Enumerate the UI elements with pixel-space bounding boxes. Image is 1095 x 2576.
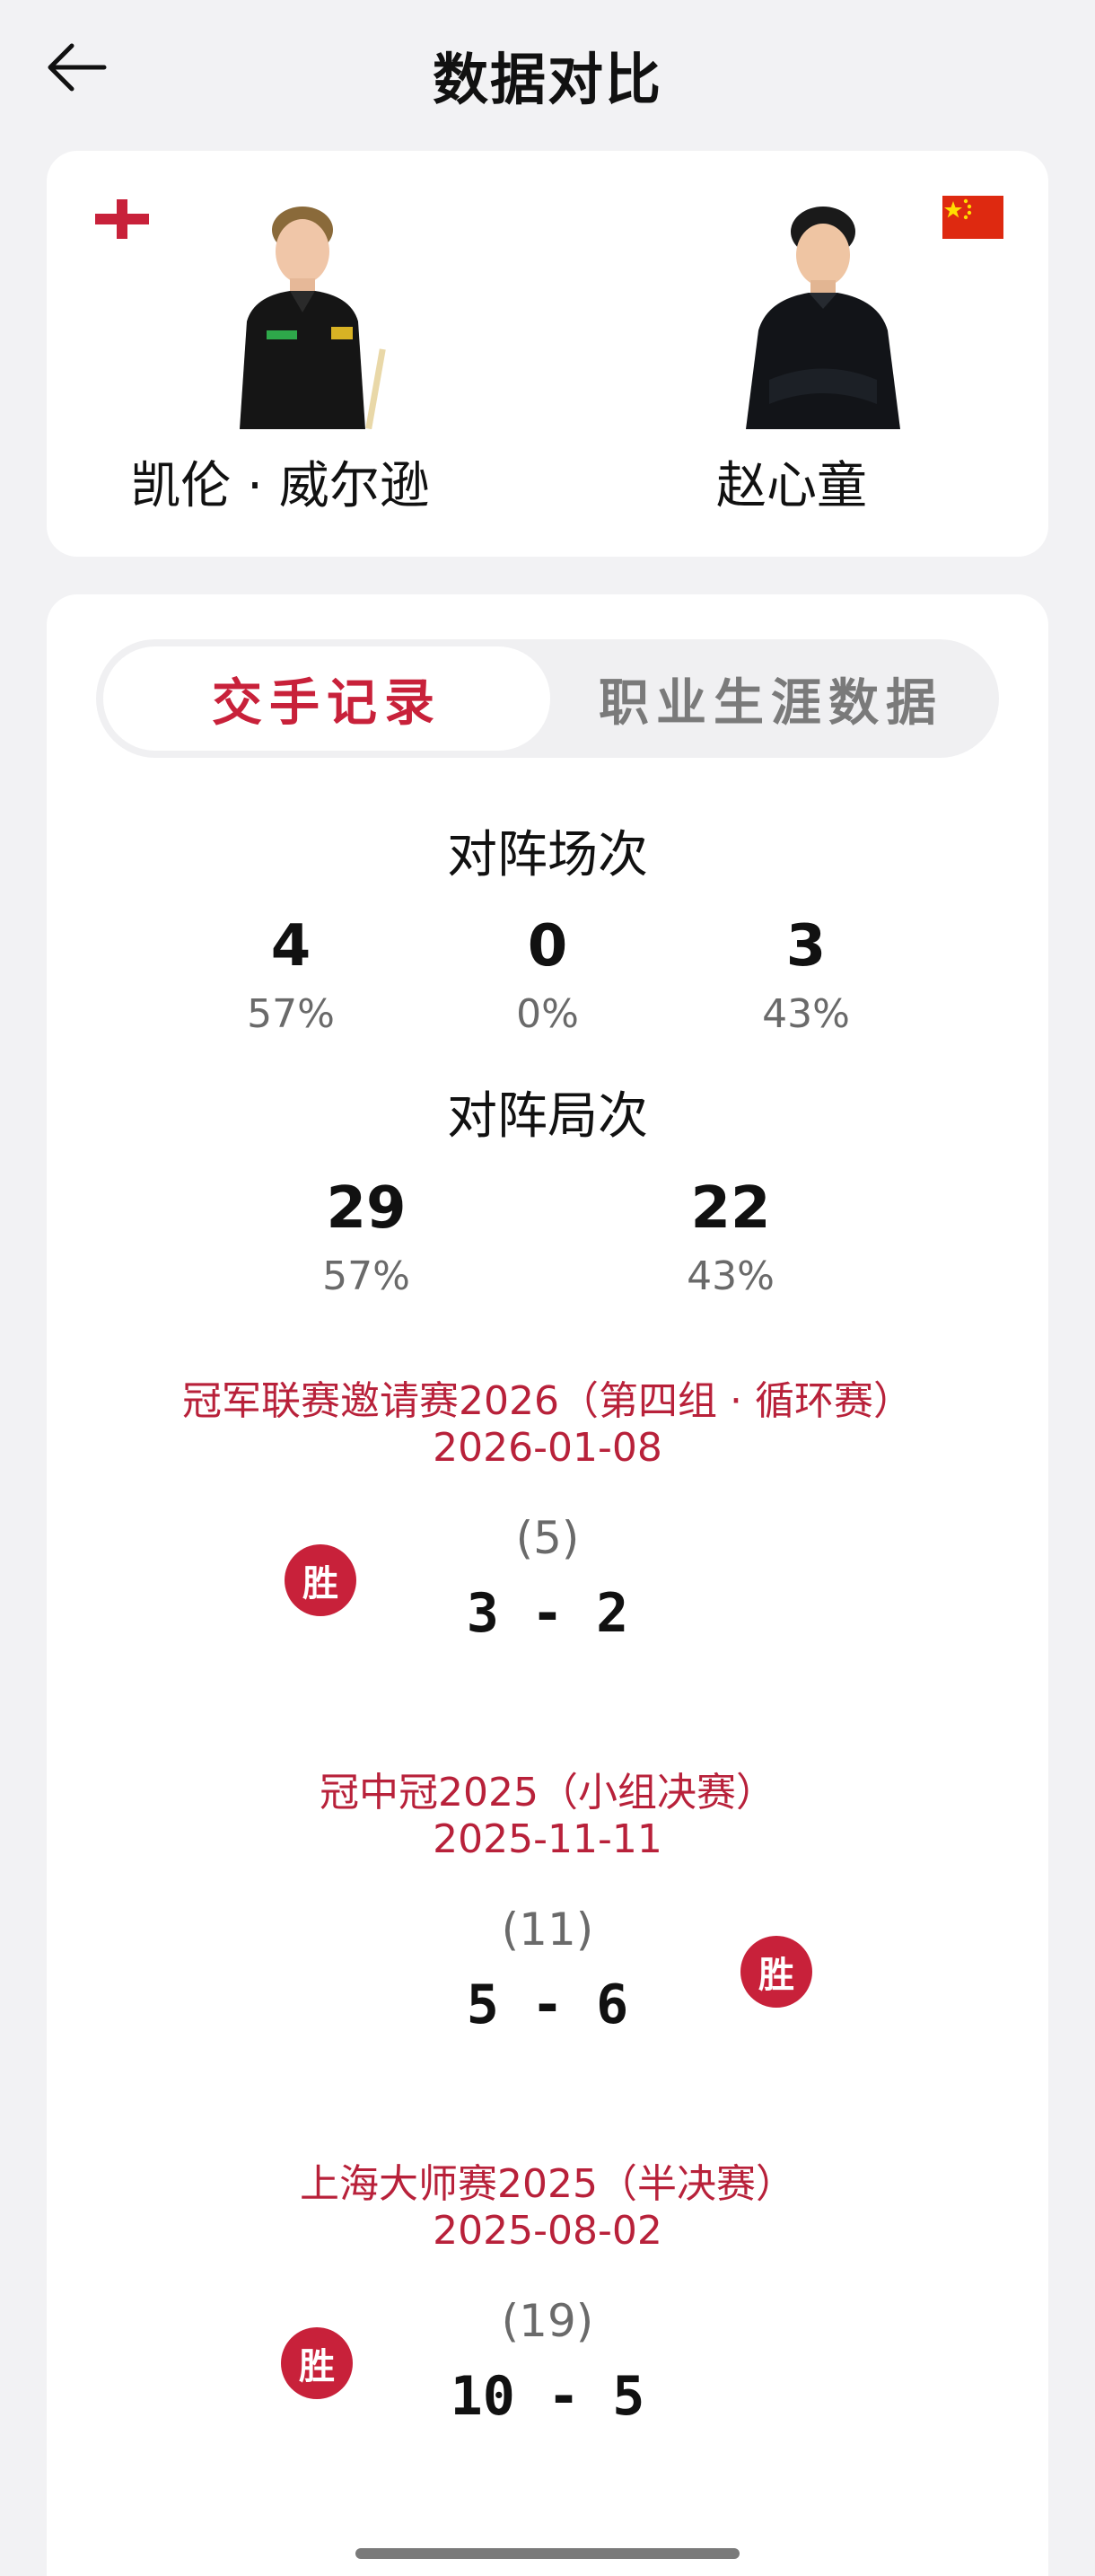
- tab-bar: 交手记录 职业生涯数据: [96, 639, 999, 758]
- match-date: 2026-01-08: [433, 1425, 662, 1471]
- match-score: 3 - 2: [466, 1582, 629, 1645]
- player-left-name: 凯伦 · 威尔逊: [130, 457, 430, 515]
- frames-right-count: 22: [690, 1175, 771, 1242]
- frames-section-title: 对阵局次: [447, 1087, 648, 1146]
- frames-left-stat: 29 57%: [232, 1180, 501, 1299]
- win-badge-left: 胜: [281, 2327, 353, 2399]
- player-left[interactable]: 凯伦 · 威尔逊: [110, 196, 486, 546]
- page-title: 数据对比: [432, 47, 662, 112]
- match-score: 5 - 6: [466, 1974, 629, 2036]
- matches-draw-pct: 0%: [516, 991, 579, 1037]
- match-frames: (5): [515, 1512, 580, 1564]
- player-right-name: 赵心童: [716, 457, 867, 515]
- matches-right-count: 3: [785, 913, 827, 980]
- match-event: 冠中冠2025（小组决赛）: [320, 1770, 775, 1816]
- matches-section-title: 对阵场次: [447, 826, 648, 884]
- tab-career-stats[interactable]: 职业生涯数据: [550, 646, 992, 751]
- matches-draw-stat: 0 0%: [413, 918, 682, 1037]
- matches-right-pct: 43%: [762, 991, 850, 1037]
- win-badge-right: 胜: [740, 1936, 812, 2008]
- match-score: 10 - 5: [450, 2365, 645, 2428]
- stats-card: 交手记录 职业生涯数据 对阵场次 4 57% 0 0% 3 43% 对阵局次 2…: [47, 594, 1048, 2576]
- player-avatar: [746, 207, 900, 429]
- matches-draw-count: 0: [527, 913, 568, 980]
- frames-left-pct: 57%: [322, 1253, 410, 1299]
- home-indicator[interactable]: [355, 2548, 740, 2559]
- match-date: 2025-11-11: [433, 1816, 662, 1862]
- match-frames: (19): [501, 2295, 594, 2347]
- player-comparison-card: 凯伦 · 威尔逊 赵心童: [47, 151, 1048, 557]
- match-frames: (11): [501, 1903, 594, 1956]
- frames-left-count: 29: [326, 1175, 407, 1242]
- tab-head-to-head[interactable]: 交手记录: [103, 646, 550, 751]
- matches-left-count: 4: [270, 913, 311, 980]
- frames-right-stat: 22 43%: [596, 1180, 865, 1299]
- win-badge-left: 胜: [285, 1544, 356, 1616]
- match-event: 上海大师赛2025（半决赛）: [300, 2161, 795, 2207]
- match-event: 冠军联赛邀请赛2026（第四组 · 循环赛）: [182, 1378, 913, 1424]
- top-bar: 数据对比: [0, 0, 1095, 144]
- matches-left-stat: 4 57%: [156, 918, 425, 1037]
- matches-right-stat: 3 43%: [671, 918, 941, 1037]
- player-avatar: [240, 207, 386, 429]
- matches-left-pct: 57%: [247, 991, 335, 1037]
- match-date: 2025-08-02: [433, 2208, 662, 2254]
- frames-right-pct: 43%: [687, 1253, 775, 1299]
- player-right[interactable]: 赵心童: [603, 196, 980, 546]
